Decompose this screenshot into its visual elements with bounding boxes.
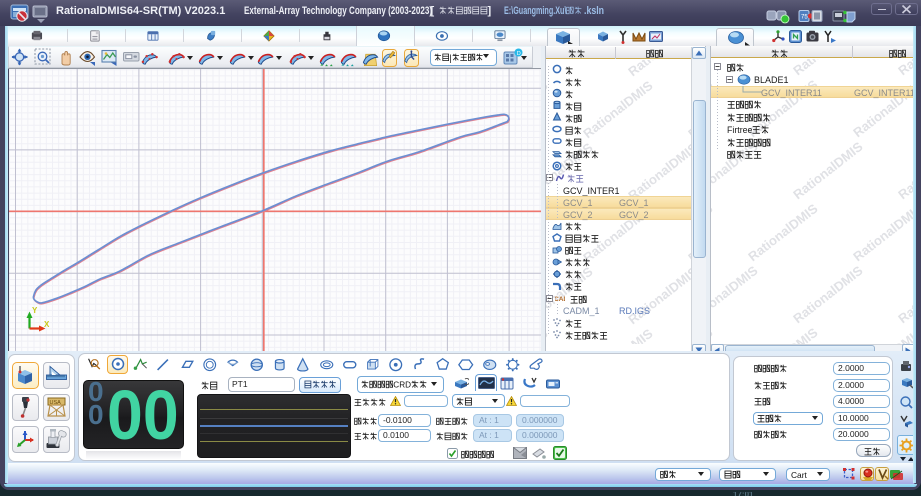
svg-text:X: X — [44, 320, 50, 329]
svg-text:CAD: CAD — [555, 296, 565, 303]
svg-text:75: 75 — [801, 15, 808, 21]
svg-text:Y: Y — [32, 306, 38, 315]
